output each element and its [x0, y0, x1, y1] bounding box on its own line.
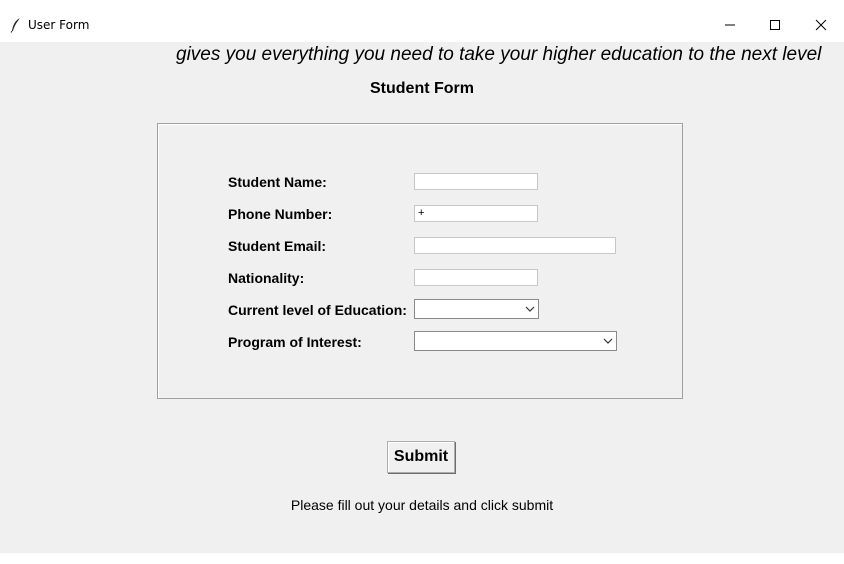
close-icon: [815, 19, 827, 31]
education-level-dropdown[interactable]: [414, 299, 539, 319]
feather-icon: [10, 18, 20, 33]
submit-button[interactable]: Submit: [387, 441, 455, 473]
title-bar: User Form: [0, 0, 844, 42]
form-title: Student Form: [370, 80, 474, 97]
student-email-input[interactable]: [414, 237, 616, 254]
program-of-interest-label: Program of Interest:: [228, 334, 362, 350]
nationality-label: Nationality:: [228, 270, 305, 286]
form-frame: [157, 123, 683, 399]
phone-number-label: Phone Number:: [228, 206, 333, 222]
nationality-input[interactable]: [414, 269, 538, 286]
phone-number-input[interactable]: +: [414, 205, 538, 222]
maximize-icon: [770, 20, 780, 30]
education-level-label: Current level of Education:: [228, 302, 407, 318]
student-email-label: Student Email:: [228, 238, 327, 254]
chevron-down-icon: [525, 306, 535, 312]
window-content: gives you everything you need to take yo…: [0, 42, 844, 553]
marquee-banner: gives you everything you need to take yo…: [176, 44, 822, 65]
student-name-input[interactable]: [414, 173, 538, 190]
close-button[interactable]: [798, 10, 844, 40]
minimize-button[interactable]: [707, 10, 753, 40]
minimize-icon: [725, 24, 735, 26]
student-name-label: Student Name:: [228, 174, 327, 190]
chevron-down-icon: [603, 338, 613, 344]
window-title: User Form: [28, 18, 90, 32]
maximize-button[interactable]: [752, 10, 798, 40]
status-message: Please fill out your details and click s…: [290, 497, 554, 513]
program-of-interest-dropdown[interactable]: [414, 331, 617, 351]
